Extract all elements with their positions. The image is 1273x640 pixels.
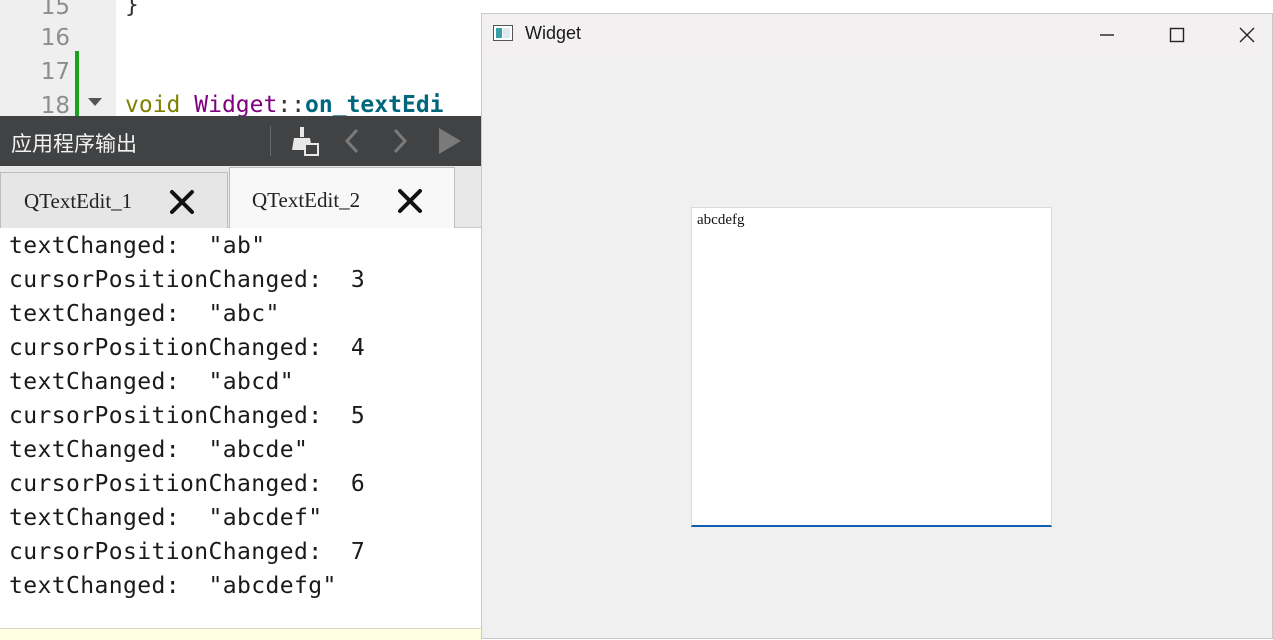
fold-arrow-icon[interactable] [88,98,102,106]
widget-window: Widget abcdefg [481,13,1273,639]
code-line: void Widget::on_textEdi [125,92,444,116]
code-keyword: void [125,92,181,116]
window-title: Widget [525,23,582,43]
line-number: 17 [40,59,70,85]
change-marker [75,51,79,116]
window-title-bar[interactable]: Widget [482,14,1272,56]
tooltip-strip [0,628,482,640]
clean-output-icon[interactable] [287,124,321,158]
output-line: cursorPositionChanged: 6 [9,471,366,497]
text-edit-content: abcdefg [697,212,745,228]
code-scope: :: [277,92,306,116]
output-tab-bar: QTextEdit_1 QTextEdit_2 [0,166,482,228]
output-pane-title: 应用程序输出 [11,132,137,156]
previous-icon[interactable] [336,124,370,158]
code-editor[interactable]: 15 16 17 18 } void Widget::on_textEdi [0,0,482,116]
code-function-name: on_textEdi [305,92,444,116]
output-line: cursorPositionChanged: 7 [9,539,366,565]
next-icon[interactable] [383,124,417,158]
output-line: textChanged: "abcde" [9,437,309,463]
close-tab-icon[interactable] [169,189,195,215]
output-line: cursorPositionChanged: 3 [9,267,366,293]
maximize-icon [1169,27,1185,43]
tab-qtextedit-1[interactable]: QTextEdit_1 [0,172,228,228]
tab-label: QTextEdit_1 [24,189,133,213]
output-line: cursorPositionChanged: 5 [9,403,366,429]
minimize-icon [1100,34,1114,36]
app-icon [493,25,513,41]
line-number: 16 [40,25,70,51]
output-line: textChanged: "abcd" [9,369,294,395]
close-tab-icon[interactable] [397,188,423,214]
maximize-button[interactable] [1142,14,1212,56]
minimize-button[interactable] [1072,14,1142,56]
close-icon [1239,27,1255,43]
output-line: textChanged: "abc" [9,301,280,327]
output-line: textChanged: "abcdef" [9,505,323,531]
output-line: cursorPositionChanged: 4 [9,335,366,361]
text-edit[interactable]: abcdefg [691,207,1052,527]
output-line: textChanged: "ab" [9,233,266,259]
run-icon[interactable] [432,124,466,158]
output-line: textChanged: "abcdefg" [9,573,337,599]
tab-qtextedit-2[interactable]: QTextEdit_2 [229,167,455,228]
code-line: } [125,0,139,18]
application-output[interactable]: textChanged: "ab" cursorPositionChanged:… [0,228,482,628]
tab-label: QTextEdit_2 [252,188,361,212]
toolbar-divider [270,126,271,156]
output-toolbar: 应用程序输出 [0,116,482,166]
line-number: 15 [40,0,70,20]
line-number: 18 [40,93,70,116]
close-button[interactable] [1212,14,1273,56]
code-class-name: Widget [194,92,278,116]
